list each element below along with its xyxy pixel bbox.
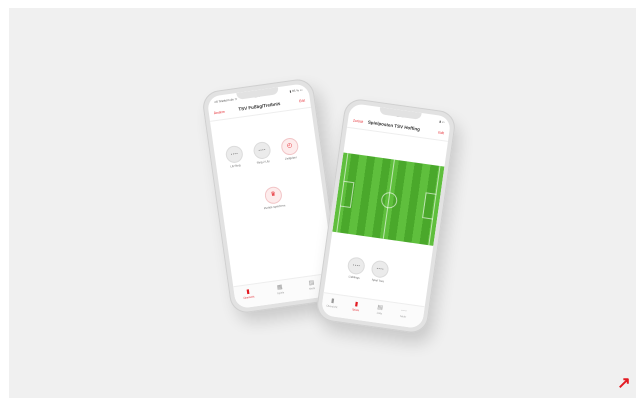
button-label: Zeitgeber (284, 155, 298, 161)
phone-right-screen: 13:48 ▮ ▭ Zurück Spielposten TSV Hoffing… (320, 102, 452, 330)
tab-label: Spiele (276, 291, 285, 296)
tab-label: Mehr (399, 314, 407, 319)
trophy-icon[interactable]: ♛ (263, 185, 284, 205)
button-label: Lieblings (348, 274, 360, 280)
tab-games[interactable]: ▮ Spiele (345, 299, 367, 319)
ring-icon[interactable]: • • • • (346, 256, 366, 276)
tab-more[interactable]: ⋯ Mehr (392, 306, 414, 326)
battery-text: ▮ ▭ (439, 119, 445, 125)
tab-games[interactable]: ▦ Spiele (269, 282, 291, 302)
football-pitch[interactable] (332, 152, 445, 246)
battery-text: ▮ 65 % ▭ (289, 87, 303, 94)
edit-button[interactable]: Edit (438, 130, 444, 135)
tab-overview[interactable]: ▮ Übersicht (321, 296, 343, 316)
arrow-up-right-icon[interactable]: ↗ (616, 376, 632, 392)
tab-overview[interactable]: ▮ Übersicht (238, 287, 260, 307)
ring-icon[interactable]: • • • • (224, 144, 244, 164)
tab-label: Spiele (351, 308, 360, 313)
phone-left-screen: ••ll Telekom.de ᯤ 13:48 ▮ 65 % ▭ Ändern … (206, 82, 338, 310)
back-button[interactable]: Zurück (353, 118, 364, 123)
ring-icon[interactable]: • • • • (370, 259, 390, 279)
ring-icon[interactable]: • • • • (252, 140, 272, 161)
pitch-penalty-box-right (422, 192, 437, 220)
phone-right: 13:48 ▮ ▭ Zurück Spielposten TSV Hoffing… (314, 97, 458, 335)
clock-icon[interactable]: ◴ (280, 136, 300, 157)
phone-mockups: ••ll Telekom.de ᯤ 13:48 ▮ 65 % ▭ Ändern … (0, 0, 638, 400)
button-label: Lili Ring (230, 163, 241, 169)
tab-label: Übersicht (326, 304, 338, 310)
edit-button[interactable]: Edit (299, 98, 305, 103)
button-label: Ring 2 Lily (256, 159, 270, 165)
tab-bar: ▮ Übersicht ▮ Spiele ▤ Liste ⋯ Mehr (320, 292, 425, 330)
tab-label: Mehr (309, 286, 316, 291)
tab-label: Liste (376, 311, 383, 316)
tab-list[interactable]: ▤ Liste (368, 303, 390, 323)
button-label: Punkte speichern (263, 203, 286, 211)
button-label: Spiel Tore (371, 277, 385, 284)
tab-label: Übersicht (243, 295, 255, 300)
